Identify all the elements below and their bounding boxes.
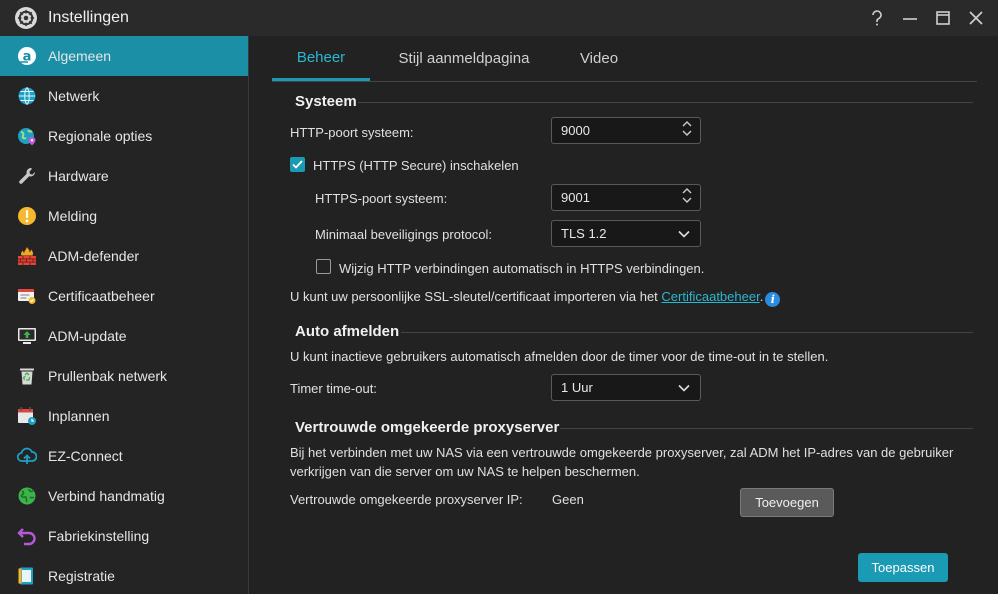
https-port-stepper[interactable]: 9001: [551, 184, 701, 211]
sidebar-item-adm-update[interactable]: ADM-update: [0, 316, 248, 356]
wrench-icon: [16, 165, 38, 187]
min-protocol-value: TLS 1.2: [561, 226, 607, 241]
sidebar-item-certificaatbeheer[interactable]: Certificaatbeheer: [0, 276, 248, 316]
undo-icon: [16, 525, 38, 547]
sidebar-item-label: Prullenbak netwerk: [48, 368, 168, 384]
checkmark-icon: [292, 160, 303, 169]
section-divider: [401, 332, 973, 333]
https-port-value: 9001: [561, 190, 590, 205]
sidebar-item-label: Algemeen: [48, 48, 112, 64]
gear-icon: [15, 7, 37, 29]
https-redirect-checkbox[interactable]: [316, 259, 331, 274]
window-title: Instellingen: [48, 9, 129, 26]
connect-globe-icon: [16, 485, 38, 507]
sidebar-item-prullenbak-netwerk[interactable]: Prullenbak netwerk: [0, 356, 248, 396]
chevron-up-icon[interactable]: [682, 120, 692, 128]
ssl-info-text: U kunt uw persoonlijke SSL-sleutel/certi…: [290, 289, 781, 307]
globe-icon: [16, 85, 38, 107]
section-title-systeem: Systeem: [295, 93, 357, 110]
https-enable-label: HTTPS (HTTP Secure) inschakelen: [313, 158, 519, 173]
sidebar-item-netwerk[interactable]: Netwerk: [0, 76, 248, 116]
proxy-description-line2: verkrijgen van die server om uw NAS te h…: [290, 464, 640, 479]
sidebar-item-registratie[interactable]: Registratie: [0, 556, 248, 594]
http-port-stepper[interactable]: 9000: [551, 117, 701, 144]
min-protocol-label: Minimaal beveiligings protocol:: [315, 227, 493, 242]
sidebar-item-label: Netwerk: [48, 88, 100, 104]
firewall-icon: [16, 245, 38, 267]
sidebar-item-label: Melding: [48, 208, 98, 224]
http-port-value: 9000: [561, 123, 590, 138]
timeout-label: Timer time-out:: [290, 381, 377, 396]
sidebar-item-fabriekinstelling[interactable]: Fabriekinstelling: [0, 516, 248, 556]
section-title-auto-afmelden: Auto afmelden: [295, 323, 400, 340]
sidebar-item-label: Hardware: [48, 168, 109, 184]
registration-icon: [16, 565, 38, 587]
sidebar-item-hardware[interactable]: Hardware: [0, 156, 248, 196]
proxy-description-line1: Bij het verbinden met uw NAS via een ver…: [290, 445, 954, 460]
maximize-icon[interactable]: [935, 10, 951, 26]
https-redirect-label: Wijzig HTTP verbindingen automatisch in …: [339, 261, 705, 276]
https-port-label: HTTPS-poort systeem:: [315, 191, 448, 206]
certificate-icon: [16, 285, 38, 307]
sidebar-item-label: Regionale opties: [48, 128, 153, 144]
chevron-down-icon[interactable]: [682, 129, 692, 137]
certificaatbeheer-link[interactable]: Certificaatbeheer: [661, 289, 759, 304]
sidebar-item-label: Verbind handmatig: [48, 488, 165, 504]
tab-beheer[interactable]: Beheer: [272, 36, 370, 81]
chevron-down-icon: [678, 384, 690, 392]
section-title-proxy: Vertrouwde omgekeerde proxyserver: [295, 419, 560, 436]
sidebar-item-label: Inplannen: [48, 408, 110, 424]
tab-stijl-aanmeldpagina[interactable]: Stijl aanmeldpagina: [370, 36, 558, 81]
proxy-ip-label: Vertrouwde omgekeerde proxyserver IP:: [290, 492, 523, 507]
https-enable-checkbox[interactable]: [290, 157, 305, 172]
sidebar-item-inplannen[interactable]: Inplannen: [0, 396, 248, 436]
sidebar-item-label: ADM-update: [48, 328, 127, 344]
apply-button[interactable]: Toepassen: [858, 553, 948, 582]
section-divider: [358, 102, 973, 103]
timeout-value: 1 Uur: [561, 380, 593, 395]
update-icon: [16, 325, 38, 347]
info-icon[interactable]: i: [765, 292, 781, 307]
title-bar: Instellingen: [0, 0, 998, 36]
sidebar-item-ez-connect[interactable]: EZ-Connect: [0, 436, 248, 476]
minimize-icon[interactable]: [902, 10, 918, 26]
general-icon: a: [16, 45, 38, 67]
sidebar-item-label: EZ-Connect: [48, 448, 123, 464]
sidebar-item-regionale-opties[interactable]: Regionale opties: [0, 116, 248, 156]
close-icon[interactable]: [968, 10, 984, 26]
section-divider: [560, 428, 973, 429]
timeout-select[interactable]: 1 Uur: [551, 374, 701, 401]
chevron-down-icon: [678, 230, 690, 238]
proxy-ip-value: Geen: [552, 492, 584, 507]
add-proxy-button[interactable]: Toevoegen: [740, 488, 834, 517]
chevron-up-icon[interactable]: [682, 187, 692, 195]
tab-video[interactable]: Video: [558, 36, 640, 81]
cloud-upload-icon: [16, 445, 38, 467]
sidebar-item-melding[interactable]: Melding: [0, 196, 248, 236]
sidebar-item-adm-defender[interactable]: ADM-defender: [0, 236, 248, 276]
sidebar-item-algemeen[interactable]: a Algemeen: [0, 36, 248, 76]
help-icon[interactable]: [869, 10, 885, 26]
http-port-label: HTTP-poort systeem:: [290, 125, 414, 140]
sidebar-item-label: Fabriekinstelling: [48, 528, 150, 544]
sidebar-item-verbind-handmatig[interactable]: Verbind handmatig: [0, 476, 248, 516]
auto-logout-description: U kunt inactieve gebruikers automatisch …: [290, 349, 829, 364]
sidebar-item-label: Registratie: [48, 568, 115, 584]
region-globe-icon: [16, 125, 38, 147]
sidebar-item-label: ADM-defender: [48, 248, 140, 264]
sidebar-item-label: Certificaatbeheer: [48, 288, 155, 304]
sidebar: a Algemeen Netwerk Regionale opties Hard…: [0, 36, 249, 594]
settings-content: Beheer Stijl aanmeldpagina Video Systeem…: [250, 36, 998, 594]
chevron-down-icon[interactable]: [682, 196, 692, 204]
min-protocol-select[interactable]: TLS 1.2: [551, 220, 701, 247]
alert-icon: [16, 205, 38, 227]
tab-bar: Beheer Stijl aanmeldpagina Video: [272, 36, 977, 82]
calendar-icon: [16, 405, 38, 427]
recycle-bin-icon: [16, 365, 38, 387]
